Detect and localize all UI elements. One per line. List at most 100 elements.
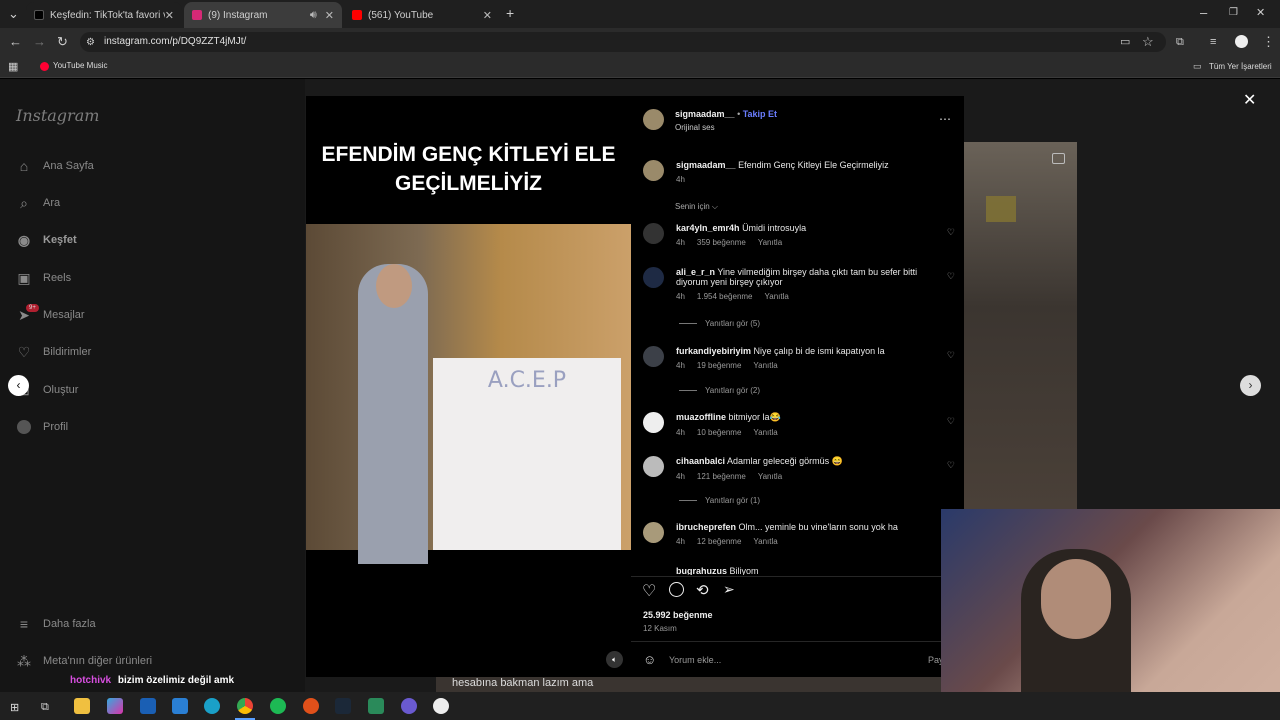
comment-likes[interactable]: 359 beğenme [697,238,746,247]
comment-likes[interactable]: 10 beğenme [697,428,741,437]
tab-instagram[interactable]: (9) Instagram 🔊︎ ✕ [184,2,342,28]
brave-icon[interactable] [303,698,319,714]
comment-likes[interactable]: 121 beğenme [697,472,746,481]
comment-username[interactable]: kar4yln_emr4h [676,223,740,233]
bookmark-star-icon[interactable]: ☆ [1142,35,1154,49]
bookmark-youtube-music[interactable]: YouTube Music [53,61,108,70]
comment-username[interactable]: bugrahuzus [676,566,727,575]
comment-icon[interactable] [669,582,684,597]
audio-label[interactable]: Orijinal ses [675,123,715,132]
restore-icon[interactable]: ❐ [1229,6,1238,20]
like-comment-icon[interactable]: ♡ [947,416,955,427]
next-post-button[interactable]: › [1240,375,1261,396]
reply-button[interactable]: Yanıtla [753,361,777,370]
sidebar-item-search[interactable]: ⌕ Ara [16,195,60,211]
task-view-icon[interactable]: ⧉ [41,701,49,714]
close-tab-icon[interactable]: ✕ [483,9,492,22]
sidebar-item-explore[interactable]: ◉ Keşfet [16,232,77,248]
comment-likes[interactable]: 19 beğenme [697,361,741,370]
post-comment-button[interactable]: Paylaş [928,655,941,665]
kick-icon[interactable] [368,698,384,714]
url-field[interactable]: instagram.com/p/DQ9ZZT4jMJt/ [80,32,1166,52]
author-avatar[interactable] [643,109,664,130]
previous-post-button[interactable]: ‹ [8,375,29,396]
repost-icon[interactable]: ⟲ [696,581,709,599]
like-icon[interactable]: ♡ [642,581,656,601]
comment-input[interactable]: Yorum ekle... [669,655,721,665]
store-icon[interactable] [140,698,156,714]
sidebar-item-more[interactable]: ≡ Daha fazla [16,616,96,632]
forward-icon[interactable]: → [33,35,46,49]
tab-tiktok[interactable]: Keşfedin: TikTok'ta favori videolar ✕ [26,2,182,28]
sidebar-item-home[interactable]: ⌂ Ana Sayfa [16,158,94,174]
file-explorer-icon[interactable] [74,698,90,714]
spotify-icon[interactable] [270,698,286,714]
apps-grid-icon[interactable]: ▦ [8,60,18,74]
author-username[interactable]: sigmaadam__ [675,109,735,119]
close-tab-icon[interactable]: ✕ [165,9,174,22]
copilot-icon[interactable] [107,698,123,714]
commenter-avatar[interactable] [643,346,664,367]
speaker-icon[interactable]: 🔊︎ [310,9,317,22]
commenter-avatar[interactable] [643,522,664,543]
commenter-avatar[interactable] [643,456,664,477]
commenter-avatar[interactable] [643,412,664,433]
close-modal-icon[interactable]: ✕ [1243,90,1256,110]
reply-button[interactable]: Yanıtla [765,292,789,301]
menu-icon[interactable]: ⋮ [1262,35,1275,49]
comment-username[interactable]: ali_e_r_n [676,267,715,277]
chrome-icon[interactable] [237,698,253,714]
profile-avatar[interactable] [1235,35,1248,48]
author-avatar[interactable] [643,160,664,181]
reply-button[interactable]: Yanıtla [753,537,777,546]
reply-button[interactable]: Yanıtla [758,472,782,481]
tab-list-icon[interactable]: ⌄ [8,7,19,21]
comment-username[interactable]: furkandiyebiriyim [676,346,751,356]
close-window-icon[interactable]: ✕ [1256,6,1265,20]
minimize-icon[interactable]: – [1200,6,1207,20]
sidebar-item-meta[interactable]: ⁂ Meta'nın diğer ürünleri [16,653,152,669]
sidebar-item-notifications[interactable]: ♡ Bildirimler [16,344,92,360]
commenter-avatar[interactable] [643,223,664,244]
extensions-icon[interactable]: ⧉ [1176,35,1184,49]
close-tab-icon[interactable]: ✕ [325,9,334,22]
follow-button[interactable]: Takip Et [743,109,777,119]
back-icon[interactable]: ← [9,35,22,49]
steam-icon[interactable] [335,698,351,714]
more-options-icon[interactable]: ⋯ [939,112,951,126]
comment-username[interactable]: ibrucheprefen [676,522,736,532]
sort-dropdown[interactable]: Senin için ⌵ [675,202,718,212]
like-comment-icon[interactable]: ♡ [947,271,955,282]
edge-icon[interactable] [204,698,220,714]
site-info-icon[interactable]: ⚙ [86,36,95,50]
reply-button[interactable]: Yanıtla [758,238,782,247]
view-replies-button[interactable]: Yanıtları gör (5) [679,319,760,328]
comment-username[interactable]: muazoffline [676,412,726,422]
sidebar-item-reels[interactable]: ▣ Reels [16,270,71,286]
new-tab-icon[interactable]: + [506,6,514,20]
like-comment-icon[interactable]: ♡ [947,227,955,238]
comment-likes[interactable]: 12 beğenme [697,537,741,546]
reload-icon[interactable]: ↻ [57,35,68,49]
reading-list-icon[interactable]: ≡ [1210,35,1216,49]
share-icon[interactable]: ➢ [723,581,735,598]
comment-likes[interactable]: 1.954 beğenme [697,292,753,301]
cast-icon[interactable]: ▭ [1120,35,1130,49]
view-replies-button[interactable]: Yanıtları gör (1) [679,496,760,505]
tab-youtube[interactable]: (561) YouTube ✕ [344,2,500,28]
view-replies-button[interactable]: Yanıtları gör (2) [679,386,760,395]
like-comment-icon[interactable]: ♡ [947,350,955,361]
start-icon[interactable]: ⊞ [10,701,19,714]
caption-username[interactable]: sigmaadam__ [676,160,736,170]
emoji-icon[interactable]: ☺ [643,652,656,667]
instagram-logo[interactable]: Instagram [16,106,99,125]
discord-icon[interactable] [401,698,417,714]
sidebar-item-profile[interactable]: Profil [16,419,68,435]
mute-icon[interactable]: 🔈︎ [606,651,623,668]
obs-icon[interactable] [433,698,449,714]
like-comment-icon[interactable]: ♡ [947,460,955,471]
commenter-avatar[interactable] [643,267,664,288]
all-bookmarks[interactable]: Tüm Yer İşaretleri [1209,62,1272,71]
likes-count[interactable]: 25.992 beğenme [643,610,713,620]
outlook-icon[interactable] [172,698,188,714]
